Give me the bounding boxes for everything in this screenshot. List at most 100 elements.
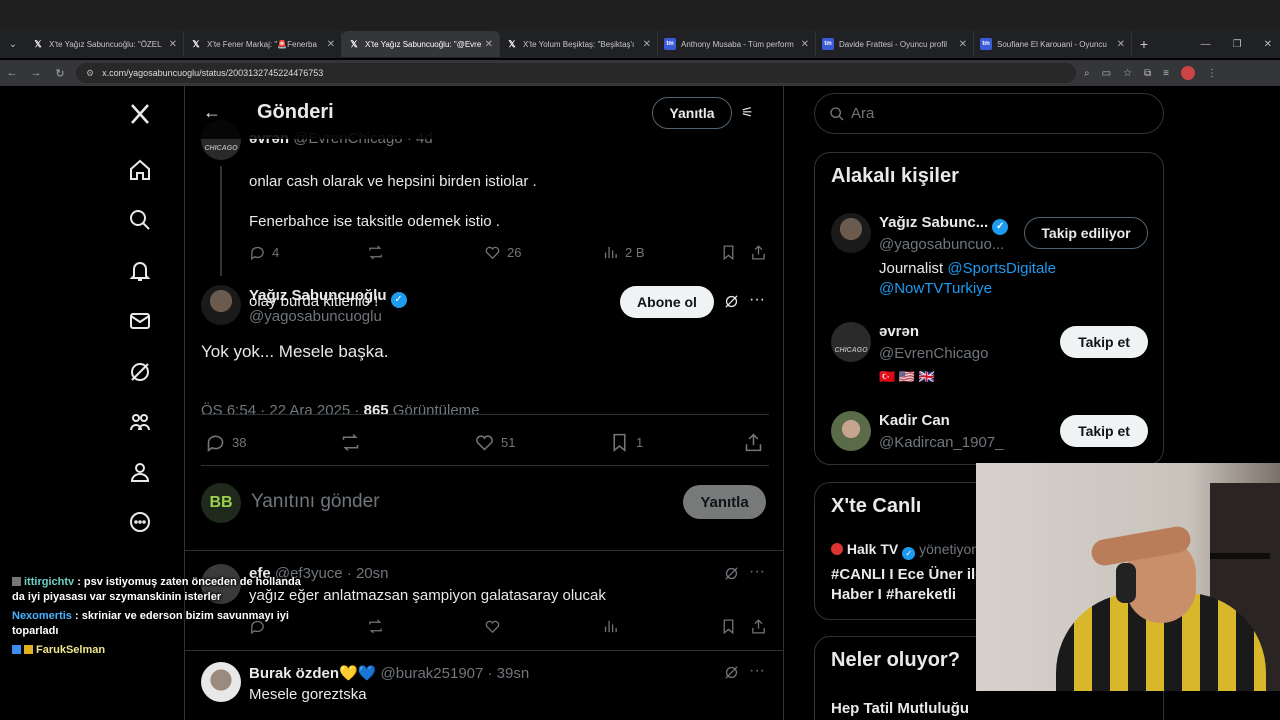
reload-icon[interactable]: ↻ <box>48 67 72 80</box>
my-avatar[interactable]: BB <box>201 483 241 523</box>
reply-button-top[interactable]: Yanıtla <box>652 97 732 129</box>
bookmark-action[interactable]: 1 <box>609 432 643 453</box>
x-logo-icon[interactable] <box>126 100 154 128</box>
new-tab-icon[interactable]: + <box>1132 36 1156 52</box>
close-tab-icon[interactable]: ✕ <box>959 39 967 50</box>
bookmark-action[interactable] <box>720 618 737 635</box>
bookmark-action[interactable] <box>720 244 737 261</box>
reply-submit-button[interactable]: Yanıtla <box>683 485 766 519</box>
following-button[interactable]: Takip ediliyor <box>1024 217 1148 249</box>
tweet-timestamp[interactable]: ÖS 6:54 · 22 Ara 2025 · <box>201 402 364 419</box>
cast-icon[interactable]: ▭ <box>1102 68 1111 79</box>
person-name[interactable]: əvrən <box>879 323 919 340</box>
reply-action[interactable]: 38 <box>205 432 246 453</box>
notifications-bell-icon[interactable] <box>126 257 154 285</box>
share-action[interactable] <box>750 244 767 261</box>
more-options-icon[interactable]: ··· <box>749 662 765 680</box>
bio-link[interactable]: @NowTVTurkiye <box>879 280 992 297</box>
zoom-icon[interactable]: ⌕ <box>1084 68 1090 79</box>
browser-tab[interactable]: 𝕏 X'te Fener Markaj: "🚨Fenerba ✕ <box>184 31 342 57</box>
tab-search-icon[interactable]: ⌄ <box>0 30 26 58</box>
like-action[interactable]: 51 <box>474 432 515 453</box>
grok-action[interactable] <box>723 565 740 582</box>
divider <box>201 465 769 466</box>
author-name[interactable]: Yağız Sabuncuoğlu <box>249 287 387 304</box>
back-arrow-icon[interactable]: ← <box>203 102 221 123</box>
forward-nav-icon[interactable]: → <box>24 67 48 79</box>
more-options-icon[interactable]: ··· <box>749 291 765 309</box>
reply-action[interactable]: 4 <box>249 244 279 261</box>
like-action[interactable]: 26 <box>484 244 521 261</box>
tweet-text: Mesele goreztska <box>249 686 367 703</box>
extensions-icon[interactable]: ⧉ <box>1144 68 1151 79</box>
follow-button[interactable]: Takip et <box>1060 326 1148 358</box>
bio-link[interactable]: @SportsDigitale <box>947 260 1056 277</box>
share-action[interactable] <box>750 618 767 635</box>
browser-tab[interactable]: tm Soufiane El Karouani - Oyuncu ✕ <box>974 31 1132 57</box>
reply-input[interactable]: Yanıtını gönder <box>251 491 380 513</box>
author-handle[interactable]: @burak251907 · 39sn <box>381 665 530 682</box>
grok-action[interactable] <box>723 664 740 681</box>
share-action[interactable] <box>743 432 764 453</box>
home-icon[interactable] <box>126 156 154 184</box>
close-tab-icon[interactable]: ✕ <box>327 39 335 50</box>
grok-action[interactable] <box>723 293 740 310</box>
repost-action[interactable] <box>367 244 384 261</box>
minimize-icon[interactable]: — <box>1201 39 1211 50</box>
author-handle[interactable]: @yagosabuncuoglu <box>249 308 382 325</box>
browser-tab[interactable]: 𝕏 X'te Yolum Beşiktaş: "Beşiktaş'ı ✕ <box>500 31 658 57</box>
search-input[interactable]: Ara <box>814 93 1164 134</box>
repost-action[interactable] <box>367 618 384 635</box>
close-tab-icon[interactable]: ✕ <box>485 39 493 50</box>
avatar[interactable] <box>831 411 871 451</box>
views-action[interactable]: 2 B <box>602 244 645 261</box>
author-name[interactable]: Burak özden💛💙 <box>249 665 376 682</box>
grok-icon[interactable] <box>126 358 154 386</box>
subscribe-button[interactable]: Abone ol <box>620 286 714 318</box>
avatar[interactable]: CHICAGO <box>831 322 871 362</box>
more-options-icon[interactable]: ··· <box>749 563 765 581</box>
person-handle[interactable]: @yagosabuncuo... <box>879 236 1004 253</box>
chat-badge-icon <box>24 645 33 654</box>
views-action[interactable] <box>602 618 619 635</box>
browser-tab[interactable]: tm Anthony Musaba - Tüm perform ✕ <box>658 31 816 57</box>
profile-avatar[interactable] <box>1181 66 1196 80</box>
close-tab-icon[interactable]: ✕ <box>169 39 177 50</box>
browser-tab[interactable]: tm Davide Frattesi - Oyuncu profil ✕ <box>816 31 974 57</box>
bookmark-star-icon[interactable]: ☆ <box>1123 68 1132 79</box>
profile-icon[interactable] <box>126 458 154 486</box>
live-host-line[interactable]: Halk TV ✓ yönetiyor <box>831 541 976 560</box>
heart-icon <box>485 620 500 634</box>
restore-icon[interactable]: ❐ <box>1233 39 1242 50</box>
avatar[interactable] <box>201 662 241 702</box>
close-tab-icon[interactable]: ✕ <box>801 39 809 50</box>
sliders-icon[interactable]: ⚟ <box>741 104 754 121</box>
follow-button[interactable]: Takip et <box>1060 415 1148 447</box>
close-tab-icon[interactable]: ✕ <box>1117 39 1125 50</box>
explore-search-icon[interactable] <box>126 206 154 234</box>
webcam-headset <box>1116 563 1136 603</box>
reading-list-icon[interactable]: ≡ <box>1163 68 1169 79</box>
avatar[interactable] <box>831 213 871 253</box>
like-action[interactable] <box>484 618 501 635</box>
back-nav-icon[interactable]: ← <box>0 67 24 79</box>
site-info-icon[interactable]: ⚙ <box>86 68 94 79</box>
person-name[interactable]: Yağız Sabunc... <box>879 214 988 231</box>
chat-username: Nexomertis <box>12 610 72 622</box>
more-circle-icon[interactable] <box>126 508 154 536</box>
browser-tab[interactable]: 𝕏 X'te Yağız Sabuncuoğlu: "ÖZEL ✕ <box>26 31 184 57</box>
person-handle[interactable]: @EvrenChicago <box>879 345 988 362</box>
close-window-icon[interactable]: ✕ <box>1264 39 1272 50</box>
live-title[interactable]: #CANLI I Ece Üner ile Haber I #hareketli <box>831 565 984 605</box>
communities-icon[interactable] <box>126 408 154 436</box>
browser-tab-active[interactable]: 𝕏 X'te Yağız Sabuncuoğlu: "@Evre ✕ <box>342 31 500 57</box>
person-handle[interactable]: @Kadircan_1907_ <box>879 434 1003 451</box>
person-name[interactable]: Kadir Can <box>879 412 950 429</box>
menu-kebab-icon[interactable]: ⋮ <box>1207 68 1217 79</box>
messages-envelope-icon[interactable] <box>126 307 154 335</box>
url-field[interactable]: ⚙ x.com/yagosabuncuoglu/status/200313274… <box>76 63 1076 83</box>
trend-item[interactable]: Hep Tatil Mutluluğu <box>831 700 969 717</box>
avatar[interactable] <box>201 285 241 325</box>
close-tab-icon[interactable]: ✕ <box>643 39 651 50</box>
repost-action[interactable] <box>340 432 361 453</box>
